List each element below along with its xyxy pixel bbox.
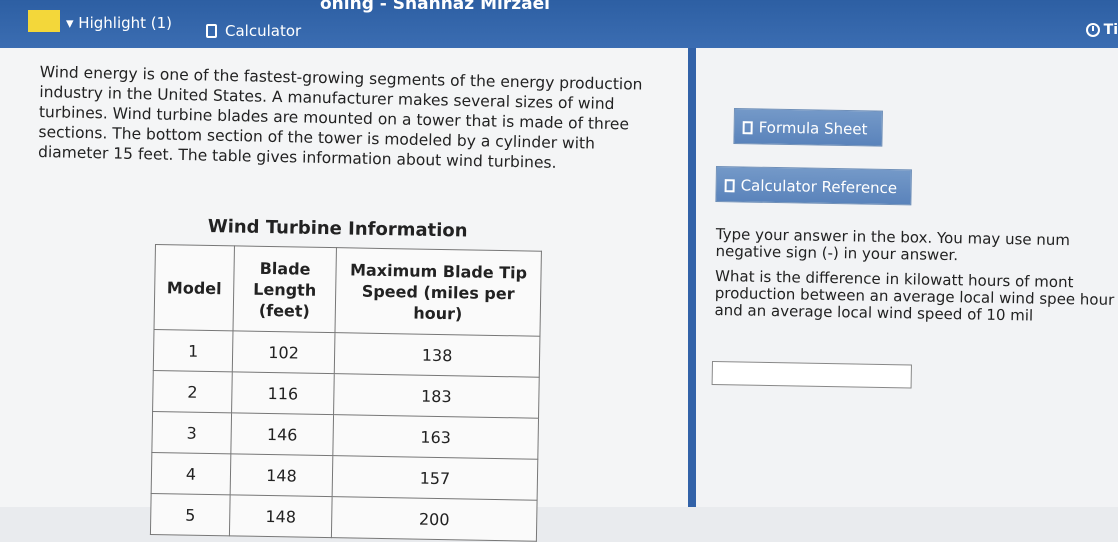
table-cell: 102	[232, 330, 335, 374]
table-cell: 183	[333, 373, 540, 419]
highlight-button[interactable]: ▾ Highlight (1)	[66, 14, 172, 32]
clock-icon	[1085, 23, 1100, 37]
column-header: Model	[154, 244, 235, 331]
table-cell: 148	[230, 453, 333, 497]
table-cell: 2	[152, 370, 233, 413]
calculator-icon	[206, 24, 217, 38]
table-cell: 4	[151, 452, 231, 495]
table-row: 5 148 200	[150, 493, 538, 542]
highlight-color-swatch[interactable]	[28, 10, 60, 32]
table-row: 3 146 163	[151, 411, 539, 460]
table-cell: 3	[151, 411, 232, 454]
table-cell: 1	[153, 329, 233, 372]
table-cell: 5	[150, 493, 231, 536]
answer-input[interactable]	[711, 361, 912, 389]
table-row: 1 102 138	[153, 329, 540, 378]
table-cell: 157	[332, 455, 538, 501]
answer-instruction: Type your answer in the box. You may use…	[715, 225, 1071, 265]
calculator-reference-label: Calculator Reference	[740, 176, 898, 198]
timer-label: Ti	[1103, 22, 1118, 38]
table-cell: 138	[334, 332, 540, 378]
table-cell: 116	[231, 371, 335, 415]
table-row: 2 116 183	[152, 370, 540, 419]
question-panel: Formula Sheet Calculator Reference Type …	[696, 48, 1118, 507]
wind-turbine-table: Model Blade Length (feet) Maximum Blade …	[149, 244, 542, 542]
table-cell: 146	[230, 412, 334, 456]
calculator-reference-button[interactable]: Calculator Reference	[715, 166, 913, 206]
top-toolbar: oning - Shahnaz Mirzaei ▾ Highlight (1) …	[0, 0, 1118, 48]
table-header-row: Model Blade Length (feet) Maximum Blade …	[154, 244, 542, 337]
column-header: Maximum Blade Tip Speed (miles per hour)	[334, 247, 542, 337]
timer-button[interactable]: Ti	[1085, 22, 1118, 38]
window-title: oning - Shahnaz Mirzaei	[320, 0, 550, 14]
passage-text: Wind energy is one of the fastest-growin…	[37, 62, 643, 172]
document-icon	[742, 121, 753, 135]
formula-sheet-label: Formula Sheet	[758, 118, 868, 139]
passage-panel: Wind energy is one of the fastest-growin…	[0, 48, 688, 542]
question-text-block: Type your answer in the box. You may use…	[714, 225, 1118, 334]
table-cell: 200	[331, 496, 538, 542]
document-icon	[724, 179, 735, 193]
table-row: 4 148 157	[151, 452, 538, 501]
panel-divider[interactable]	[688, 48, 696, 507]
table-cell: 148	[229, 494, 333, 538]
question-prompt: What is the difference in kilowatt hours…	[714, 266, 1115, 325]
calculator-label: Calculator	[225, 22, 302, 40]
table-title: Wind Turbine Information	[207, 216, 468, 242]
calculator-button[interactable]: Calculator	[206, 22, 301, 40]
formula-sheet-button[interactable]: Formula Sheet	[733, 108, 883, 147]
column-header: Blade Length (feet)	[232, 245, 337, 333]
table-cell: 163	[332, 414, 539, 460]
